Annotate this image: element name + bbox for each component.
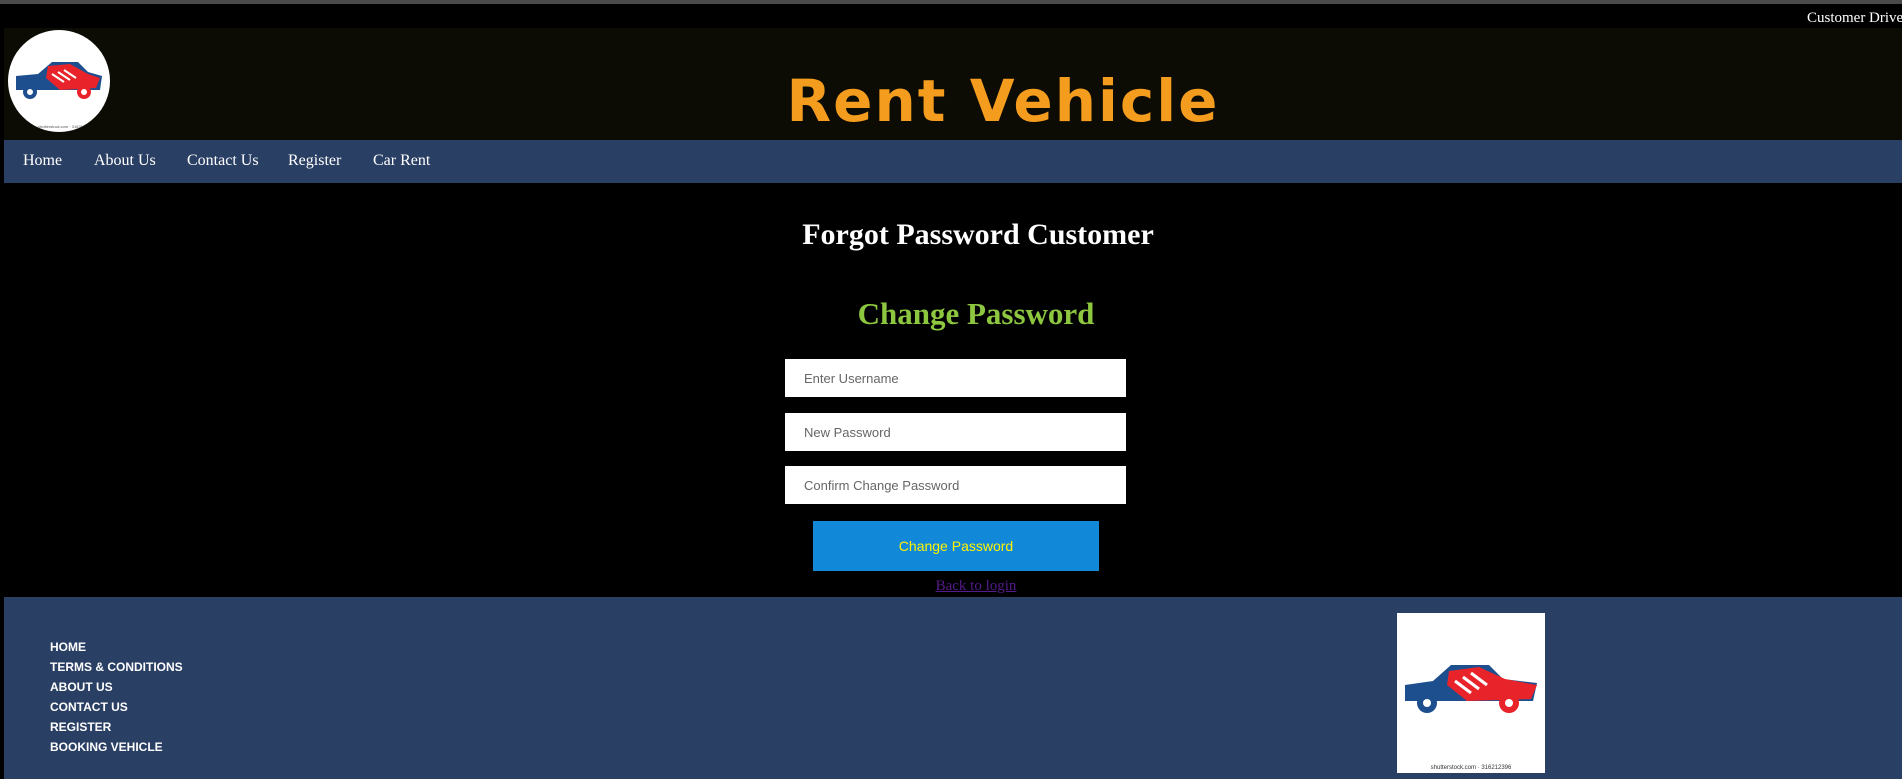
footer-link-terms[interactable]: TERMS & CONDITIONS — [50, 657, 183, 677]
page-title: Forgot Password Customer — [802, 218, 1154, 251]
site-footer: HOME TERMS & CONDITIONS ABOUT US CONTACT… — [4, 597, 1902, 779]
footer-links: HOME TERMS & CONDITIONS ABOUT US CONTACT… — [50, 637, 183, 757]
footer-link-home[interactable]: HOME — [50, 637, 183, 657]
new-password-input[interactable] — [785, 413, 1126, 451]
footer-link-about-us[interactable]: ABOUT US — [50, 677, 183, 697]
footer-logo: shutterstock.com · 316212396 — [1397, 613, 1545, 773]
nav-item-contact-us[interactable]: Contact Us — [187, 152, 259, 170]
nav-item-register[interactable]: Register — [288, 152, 341, 170]
confirm-password-input[interactable] — [785, 466, 1126, 504]
footer-link-booking-vehicle[interactable]: BOOKING VEHICLE — [50, 737, 183, 757]
footer-link-register[interactable]: REGISTER — [50, 717, 183, 737]
main-nav: Home About Us Contact Us Register Car Re… — [4, 140, 1902, 183]
site-header: shutterstock.com · 316212396 Rent Vehicl… — [4, 28, 1902, 140]
username-input[interactable] — [785, 359, 1126, 397]
nav-item-car-rent[interactable]: Car Rent — [373, 152, 430, 170]
window-top-border — [0, 0, 1902, 4]
top-link-customer[interactable]: Customer — [1807, 10, 1865, 27]
form-heading: Change Password — [857, 296, 1095, 331]
footer-logo-credit: shutterstock.com · 316212396 — [1430, 765, 1512, 771]
nav-item-home[interactable]: Home — [23, 152, 62, 170]
car-handshake-icon — [1405, 665, 1537, 713]
footer-link-contact-us[interactable]: CONTACT US — [50, 697, 183, 717]
back-to-login-link[interactable]: Back to login — [0, 578, 1902, 595]
change-password-button[interactable]: Change Password — [813, 521, 1099, 571]
top-link-driver[interactable]: Drive — [1869, 10, 1902, 27]
nav-item-about-us[interactable]: About Us — [94, 152, 156, 170]
brand-title: Rent Vehicle — [786, 67, 1220, 135]
